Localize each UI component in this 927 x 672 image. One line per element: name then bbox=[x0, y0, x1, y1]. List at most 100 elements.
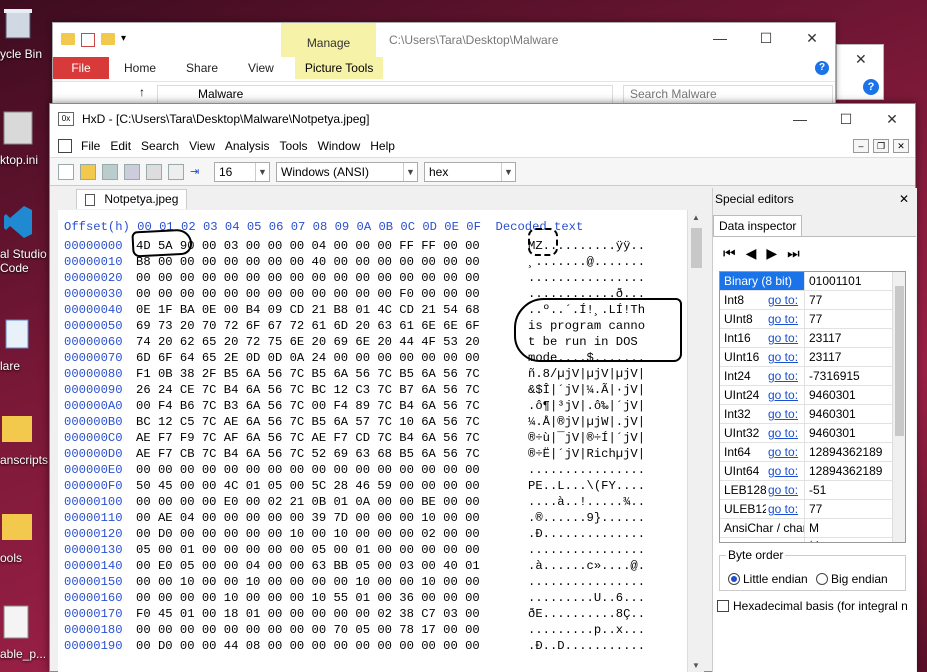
row-decoded-text[interactable]: .®......9}...... bbox=[528, 510, 645, 526]
row-decoded-text[interactable]: .à......c»....@. bbox=[528, 558, 645, 574]
inspector-value[interactable]: 01001101 bbox=[805, 272, 862, 290]
row-decoded-text[interactable]: ................ bbox=[528, 462, 645, 478]
row-decoded-text[interactable]: ..º..´.Í!¸.LÍ!Th bbox=[528, 302, 645, 318]
inspector-scrollbar[interactable] bbox=[892, 272, 905, 542]
address-bar[interactable]: Malware bbox=[157, 85, 613, 104]
file-explorer-window[interactable]: ▾ Manage C:\Users\Tara\Desktop\Malware —… bbox=[52, 22, 836, 106]
row-bytes[interactable]: 26 24 CE 7C B4 6A 56 7C BC 12 C3 7C B7 6… bbox=[136, 382, 528, 398]
row-bytes[interactable]: F1 0B 38 2F B5 6A 56 7C B5 6A 56 7C B5 6… bbox=[136, 366, 528, 382]
scroll-down-icon[interactable]: ▼ bbox=[692, 661, 700, 670]
first-icon[interactable]: ⏮ bbox=[723, 245, 736, 262]
go-to-link[interactable]: go to: bbox=[766, 291, 799, 309]
hex-row[interactable]: 000000E0 00 00 00 00 00 00 00 00 00 00 00… bbox=[64, 462, 645, 478]
hex-row[interactable]: 00000140 00 E0 05 00 00 04 00 00 63 BB 05… bbox=[64, 558, 645, 574]
desktop-icon-transcripts[interactable]: anscripts bbox=[0, 410, 50, 467]
maximize-button[interactable]: ☐ bbox=[823, 104, 869, 134]
row-bytes[interactable]: 4D 5A 90 00 03 00 00 00 04 00 00 00 FF F… bbox=[136, 238, 528, 254]
minimize-button[interactable]: — bbox=[697, 23, 743, 53]
row-decoded-text[interactable]: ®÷Ë|´jV|RichµjV| bbox=[528, 446, 645, 462]
previous-icon[interactable]: ◀ bbox=[746, 245, 757, 262]
hex-row[interactable]: 00000190 00 D0 00 00 44 08 00 00 00 00 00… bbox=[64, 638, 645, 654]
row-bytes[interactable]: 00 00 00 00 00 00 00 00 00 70 05 00 78 1… bbox=[136, 622, 528, 638]
menu-help[interactable]: Help bbox=[365, 139, 400, 153]
tab-view[interactable]: View bbox=[233, 61, 289, 75]
inspector-value[interactable]: -7316915 bbox=[805, 367, 860, 385]
hex-row[interactable]: 00000130 05 00 01 00 00 00 00 00 05 00 01… bbox=[64, 542, 645, 558]
inspector-row[interactable]: UInt8 go to: 77 bbox=[720, 310, 905, 329]
tab-data-inspector[interactable]: Data inspector bbox=[713, 215, 803, 237]
hex-row[interactable]: 00000160 00 00 00 00 10 00 00 00 10 55 01… bbox=[64, 590, 645, 606]
inspector-value[interactable]: 12894362189 bbox=[805, 462, 882, 480]
mdi-minimize-button[interactable]: – bbox=[853, 138, 869, 153]
vertical-scrollbar[interactable]: ▲ ▼ bbox=[687, 210, 704, 672]
hex-basis-checkbox[interactable]: Hexadecimal basis (for integral n bbox=[717, 599, 908, 613]
mdi-close-button[interactable]: ✕ bbox=[893, 138, 909, 153]
scrollbar-thumb[interactable] bbox=[895, 286, 904, 436]
row-decoded-text[interactable]: ¼.Å|®jV|µjW|.jV| bbox=[528, 414, 645, 430]
menu-tools[interactable]: Tools bbox=[275, 139, 313, 153]
inspector-value[interactable]: 婍 bbox=[805, 538, 821, 542]
row-bytes[interactable]: 00 00 00 00 00 00 00 00 00 00 00 00 00 0… bbox=[136, 462, 528, 478]
menu-window[interactable]: Window bbox=[313, 139, 366, 153]
tab-file[interactable]: File bbox=[53, 57, 109, 79]
row-bytes[interactable]: 50 45 00 00 4C 01 05 00 5C 28 46 59 00 0… bbox=[136, 478, 528, 494]
row-decoded-text[interactable]: ............ð... bbox=[528, 286, 645, 302]
go-to-link[interactable]: go to: bbox=[766, 500, 799, 518]
save-all-icon[interactable] bbox=[124, 163, 140, 180]
row-decoded-text[interactable]: .ô¶|³jV|.ô‰|´jV| bbox=[528, 398, 645, 414]
row-decoded-text[interactable]: ®÷ù|¯jV|®÷Í|´jV| bbox=[528, 430, 645, 446]
scroll-up-icon[interactable]: ▲ bbox=[692, 213, 700, 222]
desktop-icon-malware[interactable]: lare bbox=[0, 316, 50, 373]
hex-row[interactable]: 00000180 00 00 00 00 00 00 00 00 00 70 05… bbox=[64, 622, 645, 638]
disk-icon[interactable] bbox=[168, 163, 184, 180]
row-decoded-text[interactable]: ðE..........8Ç.. bbox=[528, 606, 645, 622]
menu-view[interactable]: View bbox=[184, 139, 220, 153]
hex-row[interactable]: 00000030 00 00 00 00 00 00 00 00 00 00 00… bbox=[64, 286, 645, 302]
go-to-link[interactable]: go to: bbox=[766, 367, 799, 385]
row-decoded-text[interactable]: ¸.......@....... bbox=[528, 254, 645, 270]
inspector-row[interactable]: UInt64 go to: 12894362189 bbox=[720, 462, 905, 481]
row-bytes[interactable]: BC 12 C5 7C AE 6A 56 7C B5 6A 57 7C 10 6… bbox=[136, 414, 528, 430]
hex-row[interactable]: 00000020 00 00 00 00 00 00 00 00 00 00 00… bbox=[64, 270, 645, 286]
minimize-button[interactable]: — bbox=[777, 104, 823, 134]
row-bytes[interactable]: 00 00 00 00 00 00 00 00 00 00 00 00 F0 0… bbox=[136, 286, 528, 302]
new-file-icon[interactable] bbox=[58, 163, 74, 180]
new-folder-icon[interactable] bbox=[101, 33, 115, 45]
close-button[interactable]: ✕ bbox=[789, 23, 835, 53]
row-bytes[interactable]: 00 00 00 00 10 00 00 00 10 55 01 00 36 0… bbox=[136, 590, 528, 606]
row-bytes[interactable]: AE F7 CB 7C B4 6A 56 7C 52 69 63 68 B5 6… bbox=[136, 446, 528, 462]
close-icon[interactable]: ✕ bbox=[855, 51, 867, 68]
close-button[interactable]: ✕ bbox=[869, 104, 915, 134]
hex-row[interactable]: 00000040 0E 1F BA 0E 00 B4 09 CD 21 B8 01… bbox=[64, 302, 645, 318]
desktop-icon-desktop-ini[interactable]: ktop.ini bbox=[0, 110, 50, 167]
help-icon[interactable]: ? bbox=[863, 79, 879, 95]
hex-row[interactable]: 000000D0 AE F7 CB 7C B4 6A 56 7C 52 69 63… bbox=[64, 446, 645, 462]
hex-editor-pane[interactable]: Offset(h) 00 01 02 03 04 05 06 07 08 09 … bbox=[58, 210, 704, 672]
inspector-value[interactable]: 77 bbox=[805, 500, 822, 518]
hex-row[interactable]: 000000A0 00 F4 B6 7C B3 6A 56 7C 00 F4 89… bbox=[64, 398, 645, 414]
hxd-window[interactable]: 0x HxD - [C:\Users\Tara\Desktop\Malware\… bbox=[49, 103, 917, 672]
tab-share[interactable]: Share bbox=[171, 61, 233, 75]
hex-row[interactable]: 000000F0 50 45 00 00 4C 01 05 00 5C 28 46… bbox=[64, 478, 645, 494]
charset-select[interactable]: Windows (ANSI) ▼ bbox=[276, 161, 418, 182]
row-decoded-text[interactable]: PE..L...\(FY.... bbox=[528, 478, 645, 494]
inspector-row[interactable]: Int64 go to: 12894362189 bbox=[720, 443, 905, 462]
hex-row[interactable]: 00000120 00 D0 00 00 00 00 00 10 00 10 00… bbox=[64, 526, 645, 542]
menu-edit[interactable]: Edit bbox=[105, 139, 136, 153]
hex-row[interactable]: 00000090 26 24 CE 7C B4 6A 56 7C BC 12 C3… bbox=[64, 382, 645, 398]
go-to-link[interactable]: go to: bbox=[766, 386, 799, 404]
scrollbar-thumb[interactable] bbox=[691, 228, 702, 268]
row-decoded-text[interactable]: .........U..6... bbox=[528, 590, 645, 606]
inspector-row[interactable]: UInt16 go to: 23117 bbox=[720, 348, 905, 367]
row-bytes[interactable]: 00 D0 00 00 00 00 00 10 00 10 00 00 00 0… bbox=[136, 526, 528, 542]
inspector-value[interactable]: 9460301 bbox=[805, 386, 856, 404]
row-decoded-text[interactable]: MZ..........ÿÿ.. bbox=[528, 238, 645, 254]
row-bytes[interactable]: 05 00 01 00 00 00 00 00 05 00 01 00 00 0… bbox=[136, 542, 528, 558]
row-decoded-text[interactable]: t be run in DOS bbox=[528, 334, 645, 350]
hex-row[interactable]: 00000050 69 73 20 70 72 6F 67 72 61 6D 20… bbox=[64, 318, 645, 334]
row-decoded-text[interactable]: .Ð.............. bbox=[528, 526, 645, 542]
hex-row[interactable]: 00000110 00 AE 04 00 00 00 00 00 39 7D 00… bbox=[64, 510, 645, 526]
mdi-restore-button[interactable]: ❐ bbox=[873, 138, 889, 153]
go-to-link[interactable]: go to: bbox=[766, 348, 799, 366]
save-icon[interactable] bbox=[102, 163, 118, 180]
